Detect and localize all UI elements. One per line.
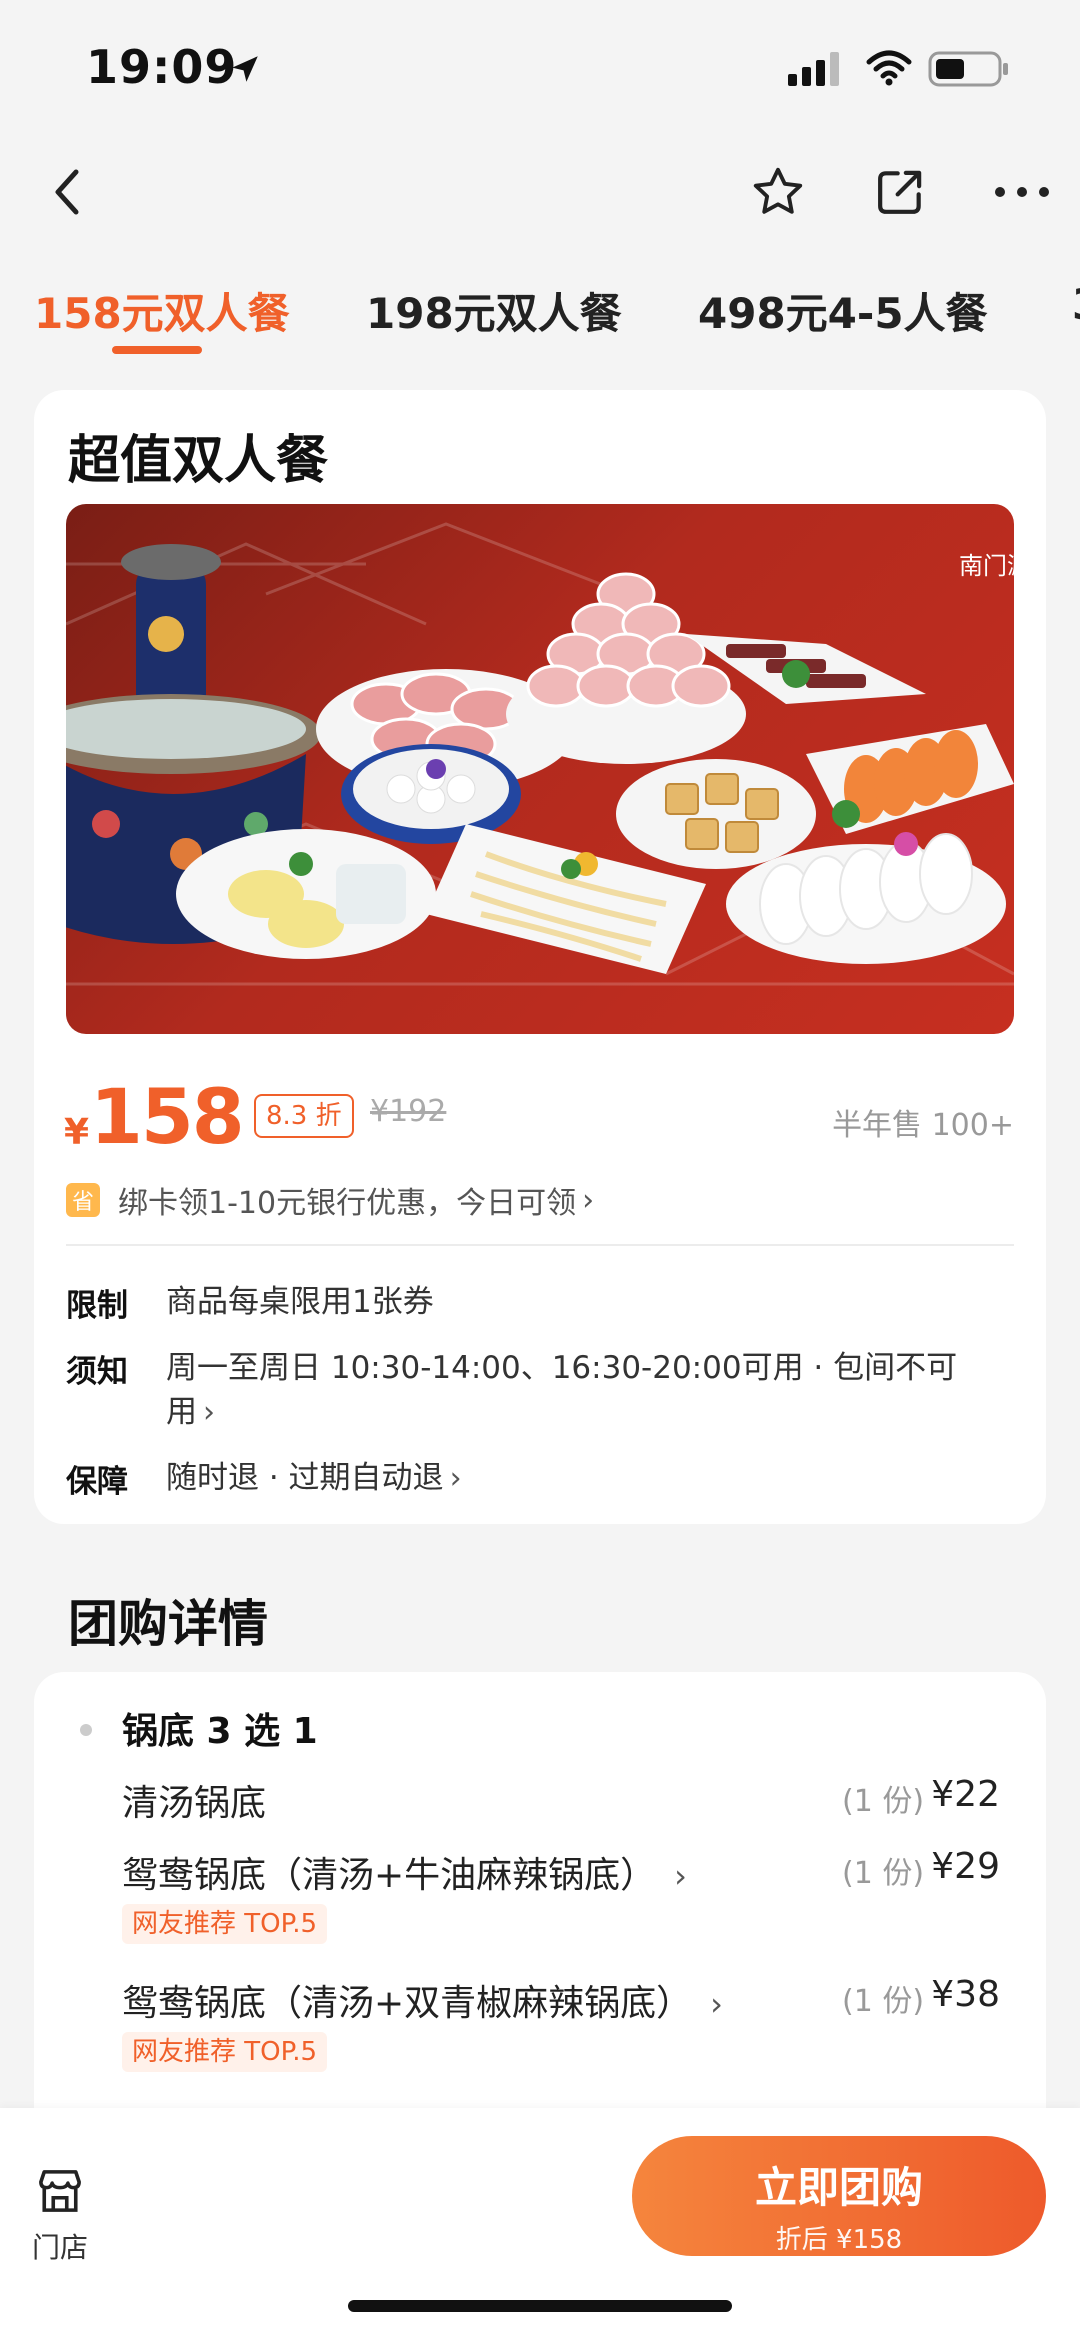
item-name: 清汤锅底 xyxy=(122,1783,267,1824)
item-name: 鸳鸯锅底（清汤+牛油麻辣锅底） › xyxy=(122,1855,687,1896)
battery-icon xyxy=(928,50,1010,92)
rule-text: 商品每桌限用1张券 xyxy=(166,1284,434,1320)
share-button[interactable] xyxy=(868,160,932,224)
detail-item[interactable]: 鸳鸯锅底（清汤+双青椒麻辣锅底） › (1 份) ¥38 网友推荐 TOP.5 xyxy=(122,1974,1022,2084)
deal-card: 超值双人餐 南门 ¥ 158 8.3 折 ¥192 半年售 100+ 省 绑卡领… xyxy=(34,390,1046,1524)
wifi-icon xyxy=(866,50,912,90)
recommend-tag: 网友推荐 TOP.5 xyxy=(122,2032,328,2072)
deal-title: 超值双人餐 xyxy=(68,431,329,491)
details-card: 锅底 3 选 1 清汤锅底 (1 份) ¥22 鸳鸯锅底（清汤+牛油麻辣锅底） ›… xyxy=(34,1672,1046,2152)
favorite-button[interactable] xyxy=(746,160,810,224)
item-qty: (1 份) xyxy=(842,1856,925,1891)
buy-label: 立即团购 xyxy=(754,2163,923,2212)
rule-text: 随时退 · 过期自动退 › xyxy=(166,1460,462,1496)
price-row: ¥ 158 8.3 折 ¥192 半年售 100+ xyxy=(64,1072,1014,1162)
status-time: 19:09 xyxy=(86,40,238,94)
chevron-right-icon: › xyxy=(449,1461,462,1496)
store-label: 门店 xyxy=(31,2231,88,2264)
rule-label: 限制 xyxy=(66,1288,128,1324)
tab-overflow[interactable]: 3 xyxy=(1072,280,1080,329)
item-price: ¥38 xyxy=(931,1974,1000,2015)
active-tab-indicator xyxy=(112,346,202,354)
divider xyxy=(66,1244,1014,1246)
store-icon xyxy=(39,2170,81,2212)
brand-logo-text: 南门涮肉 xyxy=(959,552,1014,580)
chevron-right-icon: › xyxy=(710,1985,723,2023)
nav-bar xyxy=(0,150,1080,230)
price-currency: ¥ xyxy=(64,1112,90,1153)
item-price: ¥22 xyxy=(931,1774,1000,1815)
buy-now-button[interactable]: 立即团购 折后 ¥158 xyxy=(632,2136,1046,2256)
sold-count: 半年售 100+ xyxy=(832,1108,1014,1143)
item-name: 鸳鸯锅底（清汤+双青椒麻辣锅底） › xyxy=(122,1983,723,2024)
tab-498-group[interactable]: 498元4-5人餐 xyxy=(698,280,988,341)
chevron-left-icon xyxy=(55,169,79,215)
detail-item[interactable]: 鸳鸯锅底（清汤+牛油麻辣锅底） › (1 份) ¥29 网友推荐 TOP.5 xyxy=(122,1846,1022,1956)
bank-offer-row[interactable]: 省 绑卡领1-10元银行优惠，今日可领 › xyxy=(66,1176,594,1224)
share-icon xyxy=(878,170,922,214)
save-badge-icon: 省 xyxy=(66,1183,100,1217)
discount-badge: 8.3 折 xyxy=(254,1094,354,1138)
original-price: ¥192 xyxy=(370,1094,447,1129)
item-price: ¥29 xyxy=(931,1846,1000,1887)
item-qty: (1 份) xyxy=(842,1984,925,2019)
back-button[interactable] xyxy=(34,160,98,224)
rule-label: 须知 xyxy=(66,1354,128,1390)
price-value: 158 xyxy=(90,1072,245,1161)
hotpot-dishes-illustration: 南门涮肉 xyxy=(66,522,1014,986)
store-button[interactable]: 门店 xyxy=(28,2164,92,2266)
group-title: 锅底 3 选 1 xyxy=(122,1711,318,1752)
chevron-right-icon: › xyxy=(582,1182,595,1218)
recommend-tag: 网友推荐 TOP.5 xyxy=(122,1904,328,1944)
star-icon xyxy=(753,167,803,214)
details-section-title: 团购详情 xyxy=(68,1595,268,1653)
location-arrow-icon xyxy=(228,52,262,90)
chevron-right-icon: › xyxy=(674,1857,687,1895)
bullet-icon xyxy=(80,1724,92,1736)
more-button[interactable] xyxy=(990,160,1054,224)
deal-hero-image[interactable]: 南门涮肉 xyxy=(66,504,1014,1034)
bank-offer-text: 绑卡领1-10元银行优惠，今日可领 xyxy=(118,1186,577,1221)
more-dots-icon xyxy=(995,187,1049,197)
rule-text: 周一至周日 10:30-14:00、16:30-20:00可用 · 包间不可用 › xyxy=(166,1350,958,1430)
package-tabs: 158元双人餐 198元双人餐 498元4-5人餐 3 xyxy=(0,270,1080,360)
status-bar: 19:09 xyxy=(0,0,1080,140)
cellular-signal-icon xyxy=(788,52,844,90)
home-indicator[interactable] xyxy=(348,2300,732,2312)
buy-sub-price: 折后 ¥158 xyxy=(775,2225,903,2255)
tab-158-double[interactable]: 158元双人餐 xyxy=(34,280,290,341)
rule-label: 保障 xyxy=(66,1464,128,1500)
item-qty: (1 份) xyxy=(842,1784,925,1819)
tab-198-double[interactable]: 198元双人餐 xyxy=(366,280,622,341)
chevron-right-icon: › xyxy=(203,1395,215,1430)
